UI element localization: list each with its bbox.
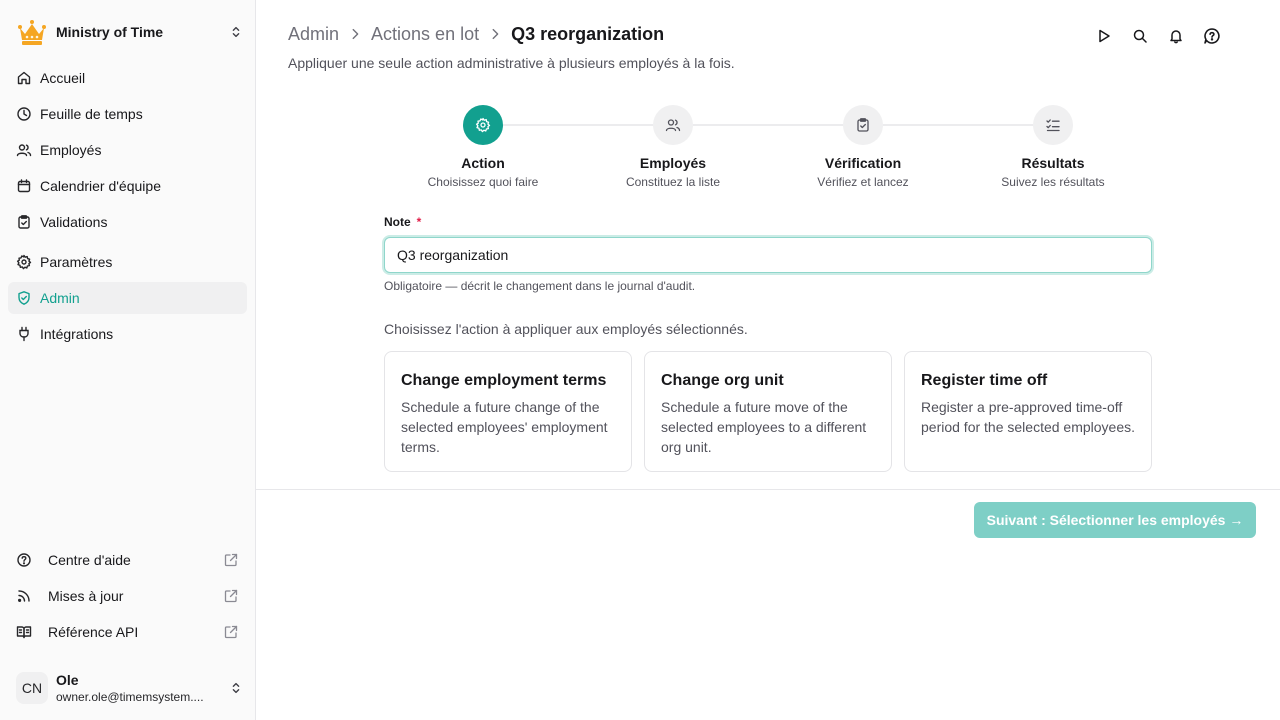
choose-action-text: Choisissez l'action à appliquer aux empl… <box>384 321 748 337</box>
footer-divider <box>256 489 1280 490</box>
chevron-right-icon <box>487 26 503 42</box>
sidebar-item-label: Feuille de temps <box>40 106 143 122</box>
sidebar-item-employes[interactable]: Employés <box>8 134 247 166</box>
toolbar <box>1094 26 1222 46</box>
step-employes[interactable]: Employés Constituez la liste <box>578 105 768 189</box>
wizard-stepper: Action Choisissez quoi faire Employés Co… <box>384 105 1152 195</box>
action-cards: Change employment terms Schedule a futur… <box>384 351 1152 472</box>
clipboard-check-icon <box>16 214 32 230</box>
page-title: Q3 reorganization <box>511 23 665 44</box>
chevron-up-down-icon <box>228 680 244 696</box>
external-link-icon <box>223 588 239 604</box>
required-mark: * <box>416 215 422 229</box>
sidebar: Ministry of Time Accueil Feuille de temp… <box>0 0 256 720</box>
shield-check-icon <box>16 290 32 306</box>
help-chat-icon[interactable] <box>1202 26 1222 46</box>
chevron-right-icon <box>347 26 363 42</box>
api-reference-link[interactable]: Référence API <box>8 616 247 648</box>
book-icon <box>16 624 32 640</box>
step-subtitle: Choisissez quoi faire <box>427 175 539 189</box>
bell-icon[interactable] <box>1166 26 1186 46</box>
rss-icon <box>16 588 32 604</box>
action-card-description: Schedule a future move of the selected e… <box>661 399 867 455</box>
user-email: owner.ole@timemsystem.... <box>56 690 204 704</box>
sidebar-item-label: Accueil <box>40 70 86 86</box>
updates-link[interactable]: Mises à jour <box>8 580 247 612</box>
note-help-text: Obligatoire — décrit le changement dans … <box>384 279 696 293</box>
sidebar-item-parametres[interactable]: Paramètres <box>8 246 247 278</box>
action-card-description: Register a pre-approved time-off period … <box>921 399 1136 435</box>
sidebar-nav: Accueil Feuille de temps Employés Calend… <box>8 62 247 354</box>
calendar-icon <box>16 178 32 194</box>
home-icon <box>16 70 32 86</box>
help-center-label: Centre d'aide <box>48 552 131 568</box>
users-icon <box>653 105 693 145</box>
action-card-title: Change org unit <box>661 372 784 389</box>
page-subtitle: Appliquer une seule action administrativ… <box>288 55 735 71</box>
action-card-description: Schedule a future change of the selected… <box>401 399 608 455</box>
play-icon[interactable] <box>1094 26 1114 46</box>
note-label-text: Note <box>384 215 411 229</box>
sidebar-item-calendrier[interactable]: Calendrier d'équipe <box>8 170 247 202</box>
org-switcher[interactable]: Ministry of Time <box>16 16 244 48</box>
step-resultats[interactable]: Résultats Suivez les résultats <box>958 105 1148 189</box>
next-button[interactable]: Suivant : Sélectionner les employés → <box>974 502 1256 538</box>
clipboard-check-icon <box>843 105 883 145</box>
action-card-change-org-unit[interactable]: Change org unit Schedule a future move o… <box>644 351 892 472</box>
sidebar-item-label: Employés <box>40 142 102 158</box>
step-action[interactable]: Action Choisissez quoi faire <box>388 105 578 189</box>
updates-label: Mises à jour <box>48 588 124 604</box>
list-checks-icon <box>1033 105 1073 145</box>
step-verification[interactable]: Vérification Vérifiez et lancez <box>768 105 958 189</box>
step-subtitle: Constituez la liste <box>625 175 721 189</box>
gear-icon <box>463 105 503 145</box>
org-name: Ministry of Time <box>56 24 164 40</box>
note-label: Note * <box>384 215 421 229</box>
sidebar-item-label: Intégrations <box>40 326 114 342</box>
api-reference-label: Référence API <box>48 624 139 640</box>
external-link-icon <box>223 552 239 568</box>
plug-icon <box>16 326 32 342</box>
chevron-up-down-icon <box>228 24 244 40</box>
sidebar-item-feuille-de-temps[interactable]: Feuille de temps <box>8 98 247 130</box>
user-info: Ole owner.ole@timemsystem.... <box>56 671 228 705</box>
sidebar-item-admin[interactable]: Admin <box>8 282 247 314</box>
step-subtitle: Suivez les résultats <box>1001 175 1105 189</box>
action-card-change-employment-terms[interactable]: Change employment terms Schedule a futur… <box>384 351 632 472</box>
sidebar-item-integrations[interactable]: Intégrations <box>8 318 247 350</box>
help-center-link[interactable]: Centre d'aide <box>8 544 247 576</box>
action-card-title: Register time off <box>921 372 1048 389</box>
user-name: Ole <box>56 672 79 688</box>
action-card-register-time-off[interactable]: Register time off Register a pre-approve… <box>904 351 1152 472</box>
clock-icon <box>16 106 32 122</box>
breadcrumb-admin[interactable]: Admin <box>288 24 339 45</box>
gear-icon <box>16 254 32 270</box>
user-menu[interactable]: CN Ole owner.ole@timemsystem.... <box>16 668 244 708</box>
sidebar-item-label: Calendrier d'équipe <box>40 178 161 194</box>
sidebar-item-validations[interactable]: Validations <box>8 206 247 238</box>
sidebar-item-label: Paramètres <box>40 254 113 270</box>
step-title: Action <box>461 155 505 171</box>
step-title: Résultats <box>1021 155 1085 171</box>
step-title: Employés <box>639 155 707 171</box>
external-link-icon <box>223 624 239 640</box>
users-icon <box>16 142 32 158</box>
breadcrumb-actions-en-lot[interactable]: Actions en lot <box>371 24 479 45</box>
search-icon[interactable] <box>1130 26 1150 46</box>
sidebar-item-accueil[interactable]: Accueil <box>8 62 247 94</box>
crown-logo-icon <box>16 16 48 48</box>
note-field[interactable] <box>384 237 1152 273</box>
action-card-title: Change employment terms <box>401 372 607 389</box>
avatar: CN <box>16 672 48 704</box>
sidebar-external-links: Centre d'aide Mises à jour Référence API <box>8 544 247 652</box>
step-subtitle: Vérifiez et lancez <box>817 175 909 189</box>
step-title: Vérification <box>824 155 902 171</box>
sidebar-item-label: Admin <box>40 290 80 306</box>
sidebar-item-label: Validations <box>40 214 108 230</box>
breadcrumb: Admin Actions en lot Q3 reorganization <box>288 22 664 46</box>
help-circle-icon <box>16 552 32 568</box>
